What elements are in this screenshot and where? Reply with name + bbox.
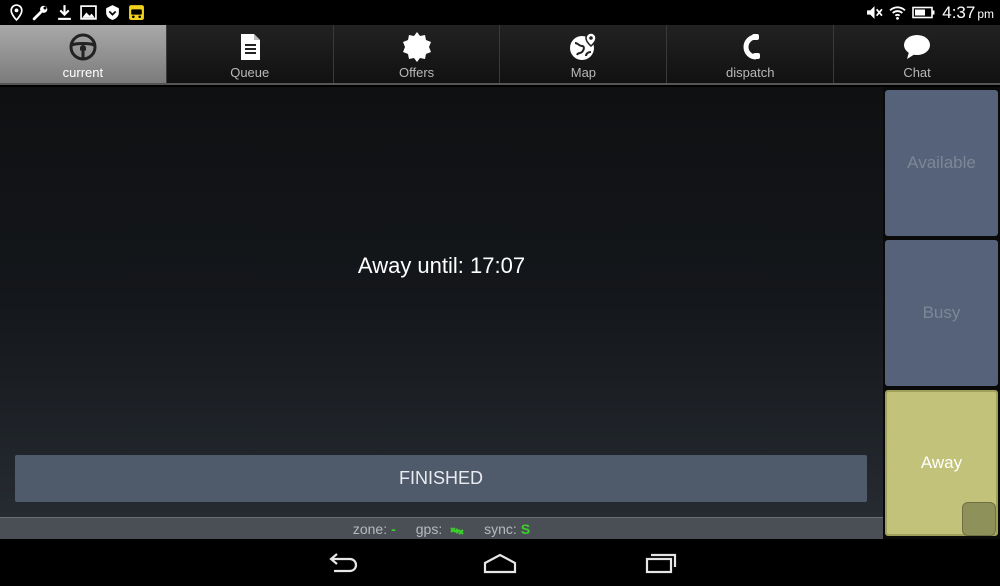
gps-status: gps:: [416, 521, 464, 537]
recents-icon: [645, 553, 677, 574]
sync-label: sync:: [484, 520, 517, 537]
gps-label: gps:: [415, 520, 443, 537]
satellite-icon: [450, 524, 464, 536]
taxi-icon: [128, 4, 145, 21]
wrench-icon: [32, 4, 49, 21]
battery-icon: [912, 4, 936, 21]
tab-chat[interactable]: Chat: [834, 25, 1000, 83]
chat-bubble-icon: [900, 30, 934, 64]
tab-label: Queue: [230, 65, 270, 80]
status-sidebar: Available Busy Away: [883, 87, 1000, 539]
tab-label: Map: [570, 65, 597, 80]
zone-label: zone:: [352, 520, 388, 537]
resize-handle[interactable]: [962, 502, 996, 536]
download-icon: [56, 4, 73, 21]
clock-ampm: pm: [977, 6, 994, 21]
steering-wheel-icon: [66, 30, 100, 64]
status-message: Away until: 17:07: [357, 253, 526, 278]
tab-offers[interactable]: Offers: [333, 25, 501, 83]
clock: 4:37 pm: [942, 3, 994, 23]
available-button[interactable]: Available: [885, 90, 998, 236]
main-panel: Away until: 17:07 FINISHED: [0, 87, 883, 517]
wifi-icon: [889, 4, 906, 21]
sync-value: S: [520, 520, 531, 537]
globe-pin-icon: [566, 30, 600, 64]
finished-button[interactable]: FINISHED: [15, 455, 867, 502]
tab-queue[interactable]: Queue: [166, 25, 334, 83]
tab-label: dispatch: [726, 65, 775, 80]
location-pin-icon: [8, 4, 25, 21]
back-button[interactable]: [322, 549, 362, 577]
status-bar: 4:37 pm: [0, 0, 1000, 25]
mute-icon: [866, 4, 883, 21]
tab-bar: current Queue Offers Map dispatch Chat: [0, 25, 1000, 85]
recents-button[interactable]: [640, 549, 680, 577]
tab-dispatch[interactable]: dispatch: [667, 25, 835, 83]
tab-label: current: [62, 65, 104, 80]
tab-label: Offers: [398, 65, 435, 80]
system-nav-bar: [0, 539, 1000, 586]
image-icon: [80, 4, 97, 21]
back-icon: [329, 553, 358, 573]
zone-value: -: [391, 520, 396, 537]
headset-icon: [733, 30, 767, 64]
home-button[interactable]: [480, 549, 520, 577]
clock-time: 4:37: [942, 2, 976, 22]
notification-icons: [8, 2, 145, 23]
tab-current[interactable]: current: [0, 25, 167, 83]
busy-button[interactable]: Busy: [885, 240, 998, 386]
home-icon: [483, 553, 517, 574]
sync-status: sync: S: [484, 521, 530, 537]
badge-icon: [400, 30, 434, 64]
zone-status: zone: -: [353, 521, 396, 537]
connection-status-strip: zone: - gps: sync: S: [0, 517, 883, 539]
tab-map[interactable]: Map: [500, 25, 668, 83]
document-icon: [233, 30, 267, 64]
system-icons: 4:37 pm: [866, 2, 994, 23]
shield-icon: [104, 4, 121, 21]
tab-label: Chat: [903, 65, 931, 80]
